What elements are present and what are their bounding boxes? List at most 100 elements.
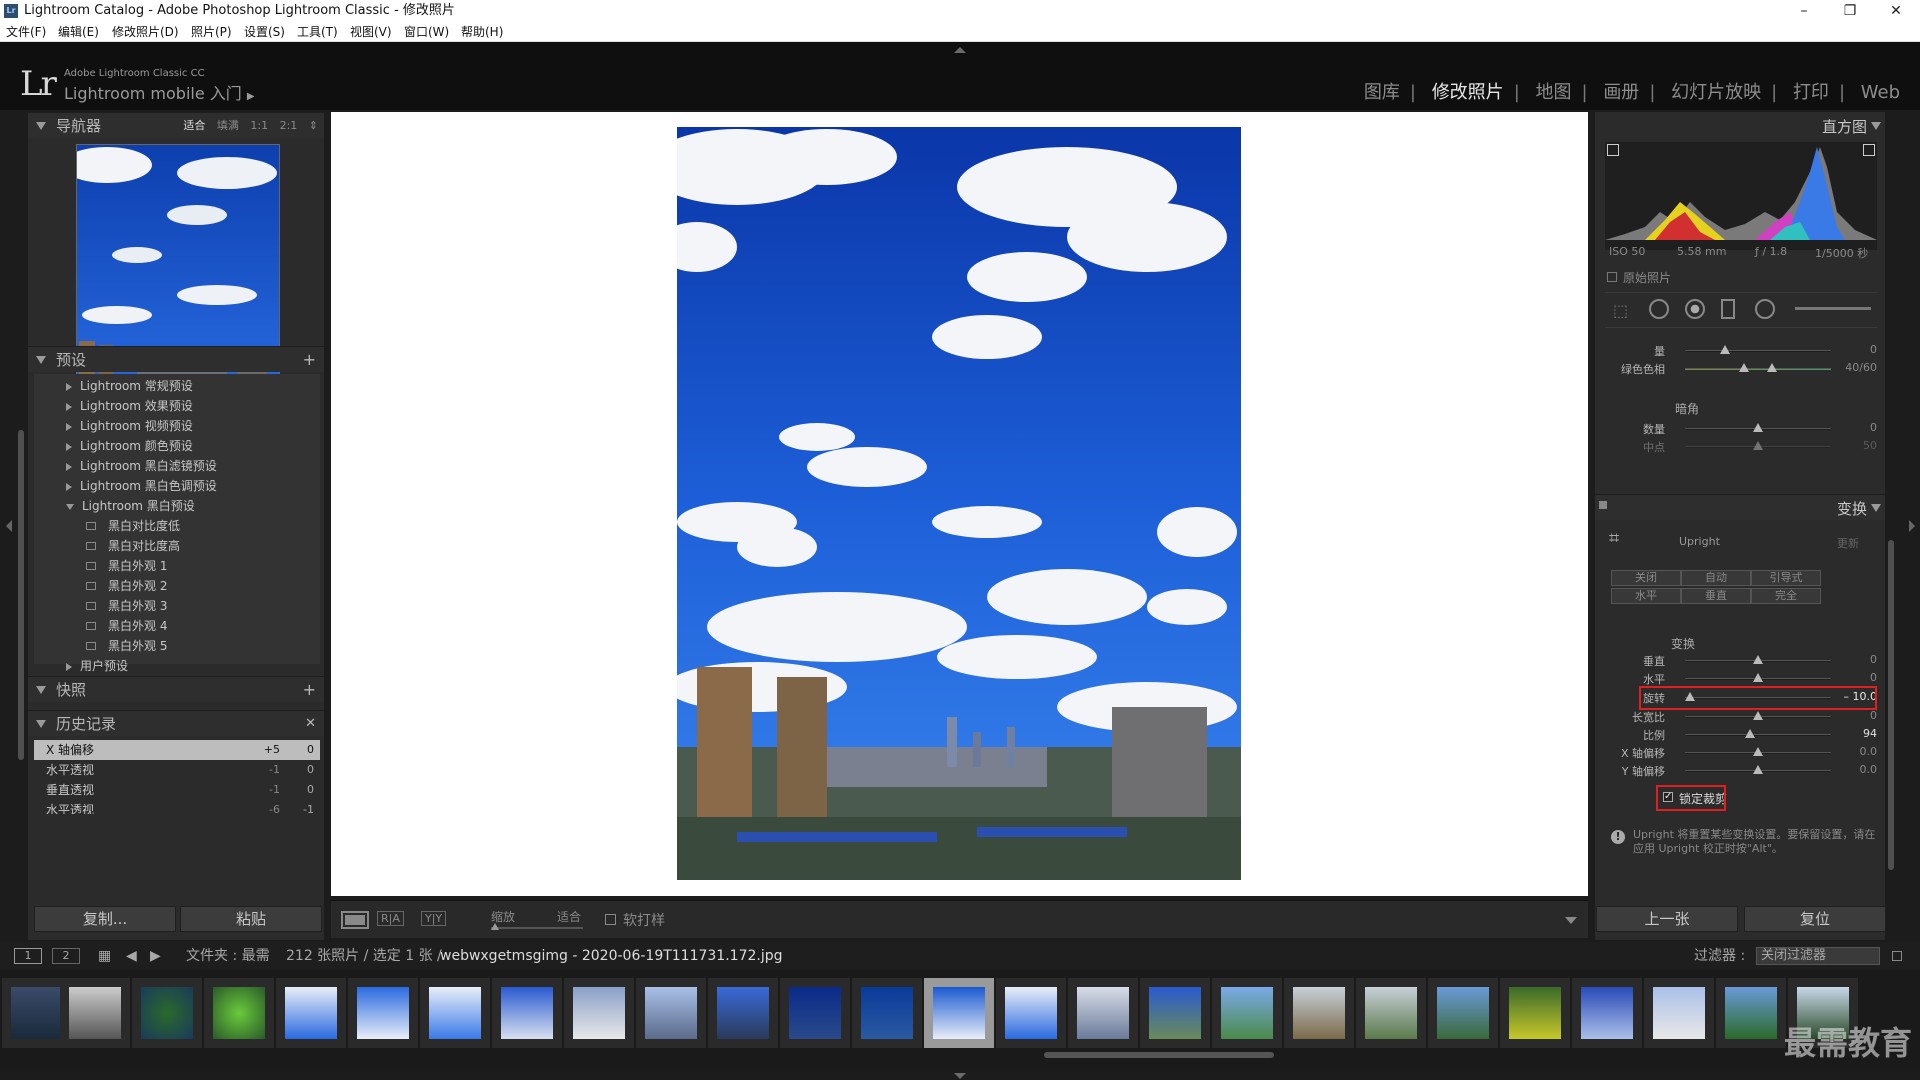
preset-group[interactable]: Lightroom 视频预设 bbox=[66, 416, 316, 436]
filmstrip-thumb[interactable] bbox=[204, 978, 274, 1048]
filmstrip-thumb[interactable] bbox=[636, 978, 706, 1048]
red-eye-icon[interactable] bbox=[1685, 299, 1705, 319]
softproof-checkbox[interactable] bbox=[605, 914, 616, 925]
filmstrip-thumb[interactable] bbox=[996, 978, 1066, 1048]
history-step[interactable]: 垂直透视 -1 0 bbox=[34, 780, 320, 800]
history-step[interactable]: X 轴偏移 +5 0 bbox=[34, 740, 320, 760]
navigator-header[interactable]: 导航器 适合 填满 1:1 2:1 ⇕ bbox=[28, 112, 324, 138]
filmstrip-thumb[interactable] bbox=[1428, 978, 1498, 1048]
slider-aspect[interactable]: 长宽比 0 bbox=[1595, 709, 1885, 724]
preset-group[interactable]: Lightroom 黑白色调预设 bbox=[66, 476, 316, 496]
add-snapshot-button[interactable]: + bbox=[303, 677, 316, 703]
slider-y-offset[interactable]: Y 轴偏移 0.0 bbox=[1595, 763, 1885, 778]
back-icon[interactable]: ◀ bbox=[126, 942, 137, 970]
filmstrip-thumb[interactable] bbox=[1356, 978, 1426, 1048]
menu-help[interactable]: 帮助(H) bbox=[461, 22, 503, 42]
history-step[interactable]: 水平透视 -1 0 bbox=[34, 760, 320, 780]
view-1-button[interactable]: 1 bbox=[14, 948, 42, 964]
original-photo-checkbox[interactable] bbox=[1607, 272, 1617, 282]
collapse-right-icon[interactable] bbox=[1909, 520, 1915, 532]
preset-group[interactable]: Lightroom 效果预设 bbox=[66, 396, 316, 416]
spot-removal-icon[interactable] bbox=[1649, 299, 1669, 319]
before-after-yy-button[interactable]: Y|Y bbox=[421, 911, 447, 926]
filmstrip-thumb[interactable] bbox=[60, 978, 130, 1048]
close-button[interactable]: ✕ bbox=[1873, 0, 1919, 22]
preset-group-expanded[interactable]: Lightroom 黑白预设 bbox=[66, 496, 316, 516]
copy-settings-button[interactable]: 复制... bbox=[34, 906, 176, 932]
filmstrip-thumb[interactable] bbox=[564, 978, 634, 1048]
menu-window[interactable]: 窗口(W) bbox=[404, 22, 449, 42]
slider-x-offset[interactable]: X 轴偏移 0.0 bbox=[1595, 745, 1885, 760]
snapshots-header[interactable]: 快照 + bbox=[28, 676, 324, 702]
maximize-button[interactable]: ❐ bbox=[1827, 0, 1873, 22]
module-web[interactable]: Web bbox=[1861, 82, 1900, 103]
preset-group-user[interactable]: 用户预设 bbox=[66, 656, 316, 676]
graduated-filter-icon[interactable] bbox=[1721, 299, 1735, 319]
crop-overlay-icon[interactable]: ⬚ bbox=[1613, 301, 1628, 320]
zoom-more-icon[interactable]: ⇕ bbox=[309, 119, 318, 132]
collapse-left-icon[interactable] bbox=[6, 520, 12, 532]
collapse-top-icon[interactable] bbox=[954, 47, 966, 53]
preset-item[interactable]: 黑白外观 4 bbox=[86, 616, 167, 636]
menu-photo[interactable]: 照片(P) bbox=[191, 22, 232, 42]
filmstrip-thumb[interactable] bbox=[708, 978, 778, 1048]
grid-icon[interactable]: ▦ bbox=[98, 942, 111, 970]
filmstrip-thumb[interactable] bbox=[852, 978, 922, 1048]
slider-green-hue[interactable]: 绿色色相 40/60 bbox=[1595, 361, 1885, 376]
slider-amount[interactable]: 量0 bbox=[1595, 343, 1885, 358]
clear-history-button[interactable]: ✕ bbox=[305, 711, 316, 737]
transform-collapse-icon[interactable] bbox=[1871, 504, 1881, 512]
preset-item[interactable]: 黑白外观 2 bbox=[86, 576, 167, 596]
upright-update-button[interactable]: 更新 bbox=[1837, 535, 1859, 551]
histogram-collapse-icon[interactable] bbox=[1871, 122, 1881, 130]
preset-item[interactable]: 黑白外观 5 bbox=[86, 636, 167, 656]
radial-filter-icon[interactable] bbox=[1755, 299, 1775, 319]
preset-item[interactable]: 黑白外观 3 bbox=[86, 596, 167, 616]
module-book[interactable]: 画册 bbox=[1603, 82, 1639, 103]
loupe-view-icon[interactable] bbox=[341, 911, 369, 929]
filmstrip-thumb[interactable] bbox=[1644, 978, 1714, 1048]
zoom-slider[interactable] bbox=[491, 923, 583, 930]
upright-vertical-button[interactable]: 垂直 bbox=[1681, 588, 1751, 604]
module-print[interactable]: 打印 bbox=[1793, 82, 1829, 103]
filmstrip-thumb[interactable] bbox=[132, 978, 202, 1048]
add-preset-button[interactable]: + bbox=[303, 347, 316, 373]
menu-file[interactable]: 文件(F) bbox=[6, 22, 46, 42]
file-name[interactable]: webwxgetmsgimg - 2020-06-19T111731.172.j… bbox=[440, 942, 783, 970]
slider-scale[interactable]: 比例 94 bbox=[1595, 727, 1885, 742]
menu-develop[interactable]: 修改照片(D) bbox=[112, 22, 179, 42]
filmstrip-thumb[interactable] bbox=[420, 978, 490, 1048]
filmstrip-thumb[interactable] bbox=[1284, 978, 1354, 1048]
upright-full-button[interactable]: 完全 bbox=[1751, 588, 1821, 604]
menu-tools[interactable]: 工具(T) bbox=[297, 22, 338, 42]
view-2-button[interactable]: 2 bbox=[52, 948, 80, 964]
filmstrip-thumb[interactable] bbox=[780, 978, 850, 1048]
upright-off-button[interactable]: 关闭 bbox=[1611, 570, 1681, 586]
upright-auto-button[interactable]: 自动 bbox=[1681, 570, 1751, 586]
filmstrip-thumb[interactable] bbox=[1716, 978, 1786, 1048]
highlight-clipping-icon[interactable] bbox=[1863, 144, 1875, 156]
preset-group[interactable]: Lightroom 常规预设 bbox=[66, 376, 316, 396]
minimize-button[interactable]: – bbox=[1781, 0, 1827, 22]
upright-level-button[interactable]: 水平 bbox=[1611, 588, 1681, 604]
preset-item[interactable]: 黑白对比度低 bbox=[86, 516, 180, 536]
menu-settings[interactable]: 设置(S) bbox=[244, 22, 285, 42]
preset-group[interactable]: Lightroom 颜色预设 bbox=[66, 436, 316, 456]
filmstrip-thumb[interactable] bbox=[1140, 978, 1210, 1048]
filmstrip-thumb[interactable] bbox=[492, 978, 562, 1048]
filmstrip-thumb[interactable] bbox=[348, 978, 418, 1048]
history-step[interactable]: 水平透视 -6 -1 bbox=[34, 800, 320, 814]
module-develop[interactable]: 修改照片 bbox=[1432, 82, 1504, 103]
filmstrip-thumb[interactable] bbox=[1572, 978, 1642, 1048]
toolbar-options-icon[interactable] bbox=[1565, 917, 1577, 924]
menu-view[interactable]: 视图(V) bbox=[350, 22, 392, 42]
presets-header[interactable]: 预设 + bbox=[28, 346, 324, 372]
collapse-bottom-icon[interactable] bbox=[954, 1073, 966, 1079]
right-scrollbar[interactable] bbox=[1888, 540, 1894, 870]
shadow-clipping-icon[interactable] bbox=[1607, 144, 1619, 156]
slider-vertical[interactable]: 垂直 0 bbox=[1595, 653, 1885, 668]
slider-horizontal[interactable]: 水平 0 bbox=[1595, 671, 1885, 686]
photo-preview[interactable] bbox=[677, 127, 1241, 880]
filter-select[interactable]: 关闭过滤器 bbox=[1756, 947, 1880, 965]
histogram[interactable] bbox=[1605, 142, 1877, 250]
